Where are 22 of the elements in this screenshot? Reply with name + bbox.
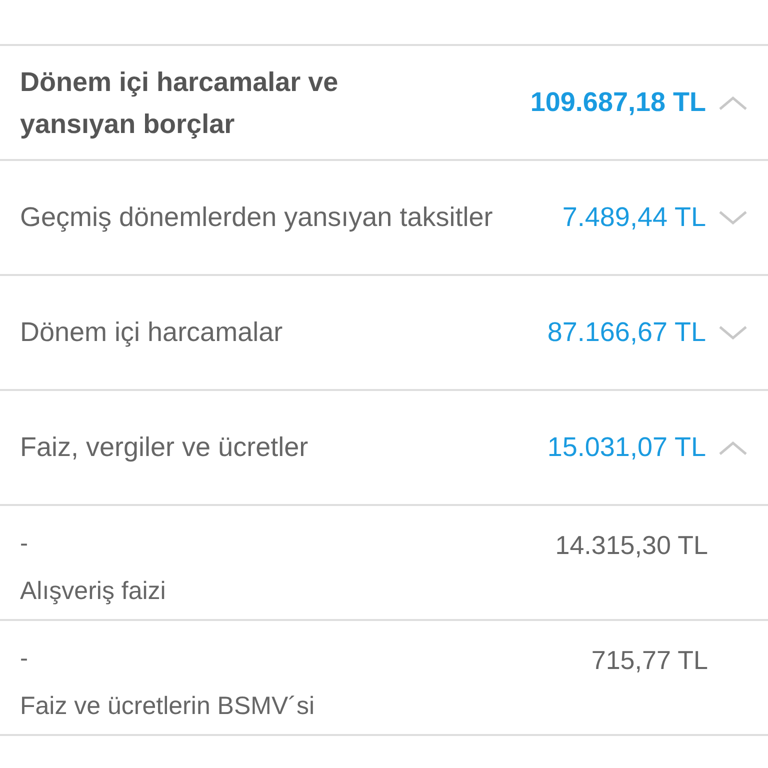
detail-amount: 14.315,30 TL — [555, 529, 708, 562]
dash-marker: - — [20, 644, 28, 674]
category-amount: 7.489,44 TL — [562, 201, 706, 234]
category-row[interactable]: Faiz, vergiler ve ücretler 15.031,07 TL — [0, 391, 768, 506]
chevron-down-icon — [718, 324, 748, 340]
chevron-up-icon — [718, 440, 748, 456]
detail-label: Faiz ve ücretlerin BSMV´si — [20, 691, 315, 722]
category-row[interactable]: Geçmiş dönemlerden yansıyan taksitler 7.489,44 TL — [0, 161, 768, 276]
chevron-up-icon — [718, 94, 748, 110]
category-row[interactable]: Dönem içi harcamalar 87.166,67 TL — [0, 276, 768, 391]
summary-amount: 109.687,18 TL — [530, 86, 706, 120]
detail-label: Alışveriş faizi — [20, 576, 166, 607]
detail-amount: 715,77 TL — [591, 644, 708, 677]
category-label: Dönem içi harcamalar — [20, 316, 283, 350]
category-amount: 15.031,07 TL — [547, 431, 706, 464]
summary-row[interactable]: Dönem içi harcamalar ve yansıyan borçlar 109.687,18 TL — [0, 46, 768, 161]
chevron-down-icon — [718, 210, 748, 226]
summary-title: Dönem içi harcamalar ve yansıyan borçlar — [20, 66, 340, 141]
category-label: Faiz, vergiler ve ücretler — [20, 431, 308, 464]
dash-marker: - — [20, 529, 28, 559]
category-label: Geçmiş dönemlerden yansıyan taksitler — [20, 201, 493, 234]
category-amount: 87.166,67 TL — [547, 316, 706, 350]
